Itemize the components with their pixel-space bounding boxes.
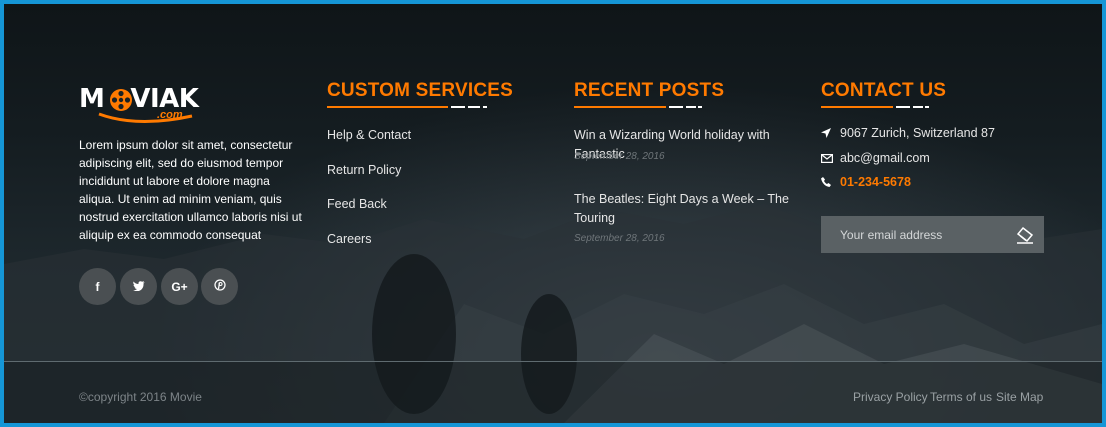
- contact-heading-underline: [821, 106, 929, 108]
- facebook-button[interactable]: f: [79, 268, 116, 305]
- pinterest-icon: [213, 279, 226, 294]
- footer-divider: [4, 361, 1102, 362]
- contact-phone-text: 01-234-5678: [840, 175, 911, 189]
- recent-posts-heading-underline: [574, 106, 702, 108]
- link-return-policy[interactable]: Return Policy: [327, 163, 401, 177]
- link-careers[interactable]: Careers: [327, 232, 371, 246]
- logo-domain-suffix: .com: [157, 109, 183, 121]
- recent-posts-heading: RECENT POSTS: [574, 80, 725, 101]
- location-arrow-icon: [821, 128, 837, 138]
- post-date: September 28, 2016: [574, 151, 665, 162]
- link-site-map[interactable]: Site Map: [996, 390, 1043, 404]
- google-plus-button[interactable]: G+: [161, 268, 198, 305]
- link-terms-of-use[interactable]: Terms of us: [930, 390, 992, 404]
- contact-address-text: 9067 Zurich, Switzerland 87: [840, 126, 995, 140]
- footer-frame: M VIAK .com Lorem ipsum dolor sit amet, c…: [4, 4, 1102, 423]
- contact-email-text: abc@gmail.com: [840, 151, 930, 165]
- services-heading-underline: [327, 106, 487, 108]
- phone-icon: [821, 177, 837, 187]
- link-help-contact[interactable]: Help & Contact: [327, 128, 411, 142]
- film-reel-icon: [110, 89, 132, 111]
- newsletter-email-input[interactable]: [838, 226, 1012, 243]
- contact-phone[interactable]: 01-234-5678: [821, 175, 911, 189]
- pinterest-button[interactable]: [201, 268, 238, 305]
- link-privacy-policy[interactable]: Privacy Policy: [853, 390, 928, 404]
- contact-address: 9067 Zurich, Switzerland 87: [821, 126, 995, 140]
- link-feed-back[interactable]: Feed Back: [327, 197, 387, 211]
- about-text: Lorem ipsum dolor sit amet, consectetur …: [79, 138, 302, 242]
- twitter-icon: [132, 280, 145, 294]
- contact-email[interactable]: abc@gmail.com: [821, 151, 930, 165]
- logo[interactable]: M VIAK .com: [79, 84, 209, 124]
- services-heading: CUSTOM SERVICES: [327, 80, 514, 101]
- facebook-icon: f: [95, 279, 100, 294]
- eraser-send-icon[interactable]: [1016, 226, 1034, 244]
- newsletter-form: [821, 216, 1044, 253]
- envelope-icon: [821, 153, 837, 163]
- contact-heading: CONTACT US: [821, 80, 947, 101]
- post-title[interactable]: The Beatles: Eight Days a Week – The Tou…: [574, 190, 804, 228]
- google-plus-icon: G+: [171, 279, 188, 294]
- logo-swoosh-icon: [98, 112, 193, 123]
- post-date: September 28, 2016: [574, 233, 665, 244]
- copyright-text: ©copyright 2016 Movie: [79, 390, 202, 404]
- twitter-button[interactable]: [120, 268, 157, 305]
